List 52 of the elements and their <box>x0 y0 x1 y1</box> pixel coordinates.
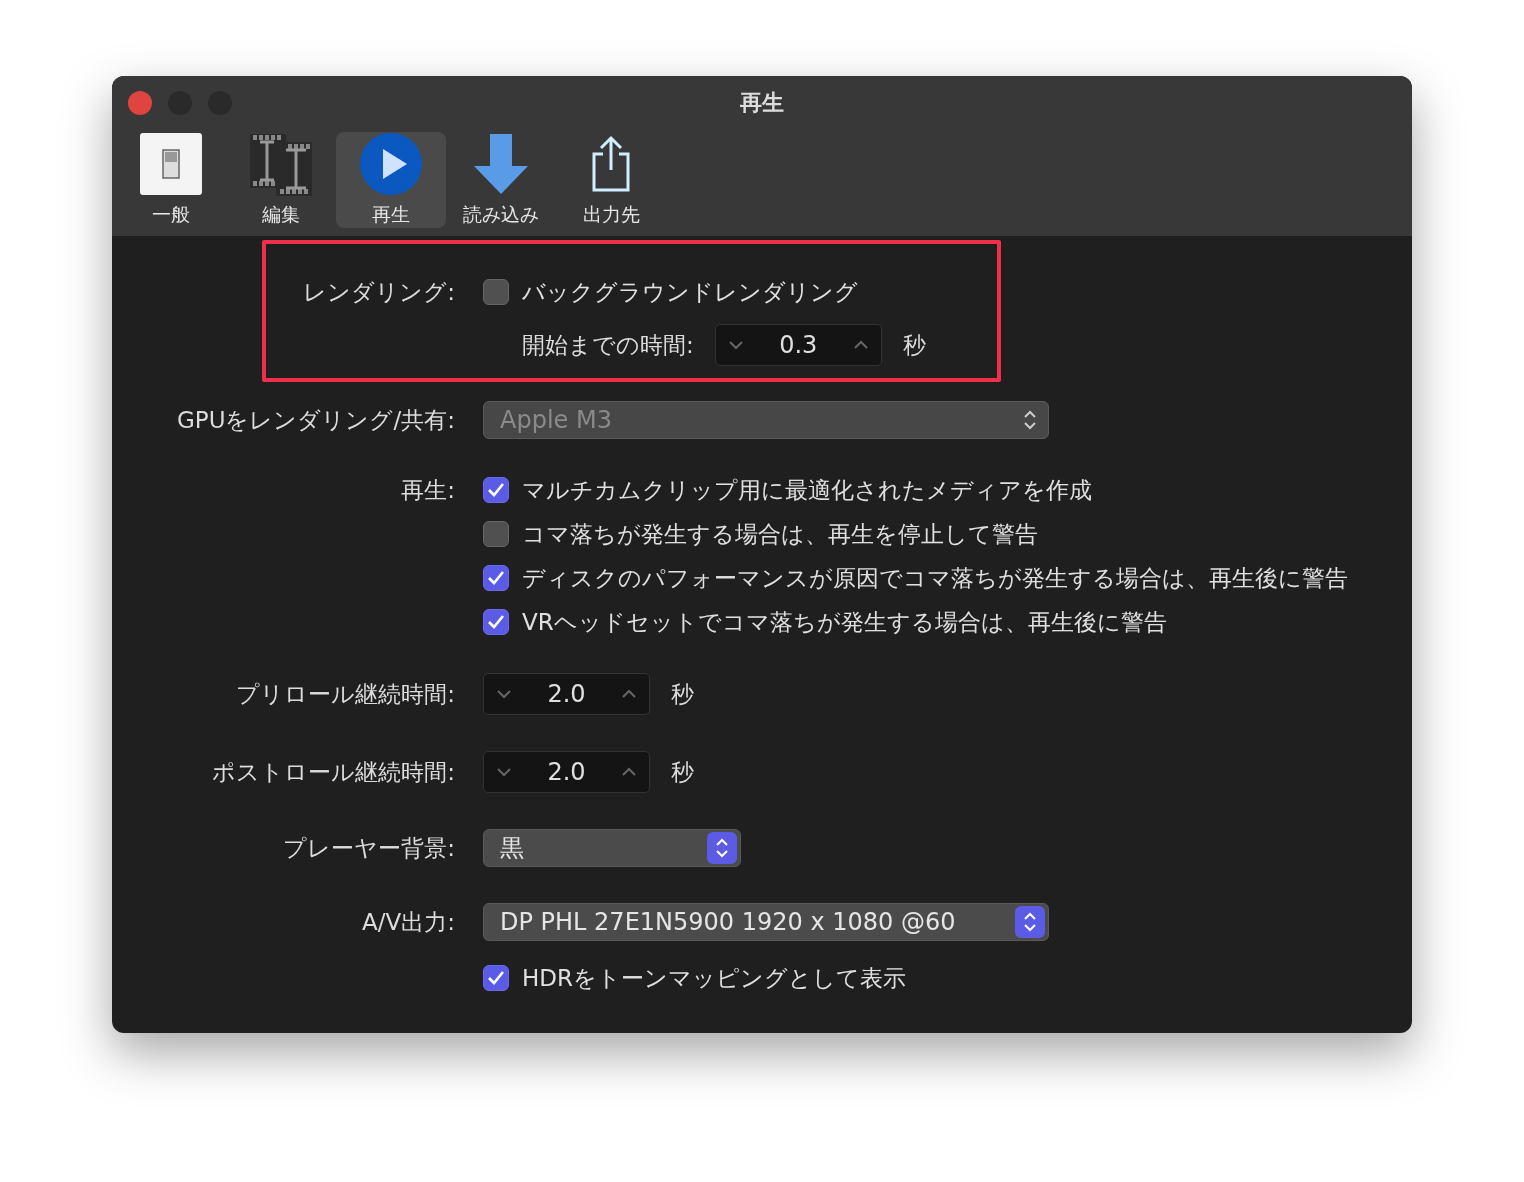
output-popup[interactable]: DP PHL 27E1N5900 1920 x 1080 @60 <box>483 903 1049 941</box>
field-label: GPUをレンダリング/共有: <box>176 405 455 435</box>
film-strip-icon <box>248 132 314 196</box>
unit-label: 秒 <box>671 679 694 709</box>
checkmark-icon <box>487 570 505 586</box>
field-label: レンダリング: <box>303 277 455 307</box>
checkbox-label: バックグラウンドレンダリング <box>522 277 858 307</box>
play-circle-icon <box>359 132 423 196</box>
number-stepper[interactable]: 0.3 <box>714 324 882 366</box>
checkbox[interactable] <box>483 477 509 503</box>
checkbox-label: HDRをトーンマッピングとして表示 <box>522 963 906 993</box>
field-label: プレーヤー背景: <box>283 833 455 863</box>
field-label: ポストロール継続時間: <box>212 757 455 787</box>
checkbox[interactable] <box>483 521 509 547</box>
number-stepper[interactable]: 2.0 <box>483 673 650 715</box>
background-popup[interactable]: 黒 <box>483 829 741 867</box>
increment-chevron-icon[interactable] <box>621 767 637 777</box>
checkbox[interactable] <box>483 279 509 305</box>
checkbox-label: マルチカムクリップ用に最適化されたメディアを作成 <box>522 475 1092 505</box>
toolbar-tab[interactable]: 読み込み <box>446 132 556 228</box>
up-down-chevron-icon <box>1023 409 1037 431</box>
checkmark-icon <box>487 970 505 986</box>
increment-chevron-icon[interactable] <box>852 340 869 350</box>
up-down-chevron-icon <box>1023 911 1037 933</box>
checkbox[interactable] <box>483 609 509 635</box>
down-arrow-icon <box>472 132 530 196</box>
unit-label: 秒 <box>671 757 694 787</box>
field-label: A/V出力: <box>362 907 455 937</box>
checkbox-label: コマ落ちが発生する場合は、再生を停止して警告 <box>522 519 1038 549</box>
window-title: 再生 <box>740 90 784 115</box>
unit-label: 秒 <box>902 330 926 360</box>
decrement-chevron-icon[interactable] <box>496 689 512 699</box>
decrement-chevron-icon[interactable] <box>727 340 744 350</box>
up-down-chevron-icon <box>715 837 729 859</box>
field-label: プリロール継続時間: <box>236 679 455 709</box>
checkmark-icon <box>487 614 505 630</box>
decrement-chevron-icon[interactable] <box>496 767 512 777</box>
checkbox-label: VRヘッドセットでコマ落ちが発生する場合は、再生後に警告 <box>522 607 1167 637</box>
toolbar-tab[interactable]: 一般 <box>116 132 226 228</box>
checkbox[interactable] <box>483 965 509 991</box>
toolbar-tab[interactable]: 編集 <box>226 132 336 228</box>
increment-chevron-icon[interactable] <box>621 689 637 699</box>
field-label: 開始までの時間: <box>522 330 694 360</box>
checkmark-icon <box>487 482 505 498</box>
checkbox-label: ディスクのパフォーマンスが原因でコマ落ちが発生する場合は、再生後に警告 <box>522 563 1348 593</box>
field-label: 再生: <box>401 475 455 505</box>
number-stepper[interactable]: 2.0 <box>483 751 650 793</box>
toolbar-tab[interactable]: 再生 <box>336 132 446 228</box>
toolbar-tab[interactable]: 出力先 <box>556 132 666 228</box>
toggle-switch-icon <box>139 132 203 196</box>
close-button[interactable] <box>128 91 152 115</box>
checkbox[interactable] <box>483 565 509 591</box>
